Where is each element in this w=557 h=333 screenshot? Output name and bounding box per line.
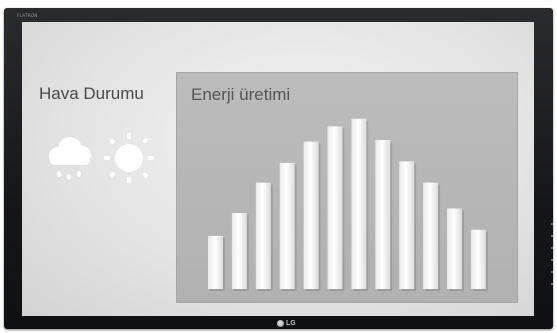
- chart-bar: [208, 235, 223, 289]
- rain-cloud-icon: [49, 137, 91, 180]
- energy-title: Enerji üretimi: [191, 85, 291, 104]
- chart-bar: [423, 182, 439, 289]
- sun-icon: [104, 133, 154, 183]
- display-screen: Hava Durumu Enerji üretimi: [22, 22, 534, 316]
- monitor-button[interactable]: [551, 223, 553, 225]
- chart-bar: [351, 118, 367, 289]
- monitor-button[interactable]: [551, 271, 553, 273]
- energy-bar-chart: [208, 118, 488, 291]
- chart-bar: [399, 161, 415, 289]
- chart-bar: [375, 140, 391, 289]
- weather-icons: [49, 133, 154, 183]
- chart-bar: [470, 229, 486, 289]
- lg-logo-icon: [277, 320, 284, 327]
- monitor-button[interactable]: [551, 259, 553, 261]
- monitor-brand-label: FLATRON: [17, 13, 38, 18]
- chart-bar: [255, 182, 271, 289]
- chart-bar: [279, 162, 295, 289]
- monitor-side-buttons: [550, 223, 554, 303]
- weather-title: Hava Durumu: [39, 84, 144, 103]
- energy-panel: Enerji üretimi: [176, 72, 518, 303]
- lg-logo-text: LG: [286, 320, 296, 327]
- monitor-button[interactable]: [551, 247, 553, 249]
- chart-bar: [231, 213, 247, 289]
- monitor-button[interactable]: [551, 235, 553, 237]
- monitor-bezel: FLATRON Hava Durumu Enerji üretimi LG: [4, 8, 553, 329]
- chart-bar: [447, 208, 462, 289]
- lg-logo: LG: [277, 320, 296, 327]
- chart-bar: [303, 141, 319, 289]
- chart-bar: [327, 126, 343, 289]
- monitor-button[interactable]: [551, 283, 553, 285]
